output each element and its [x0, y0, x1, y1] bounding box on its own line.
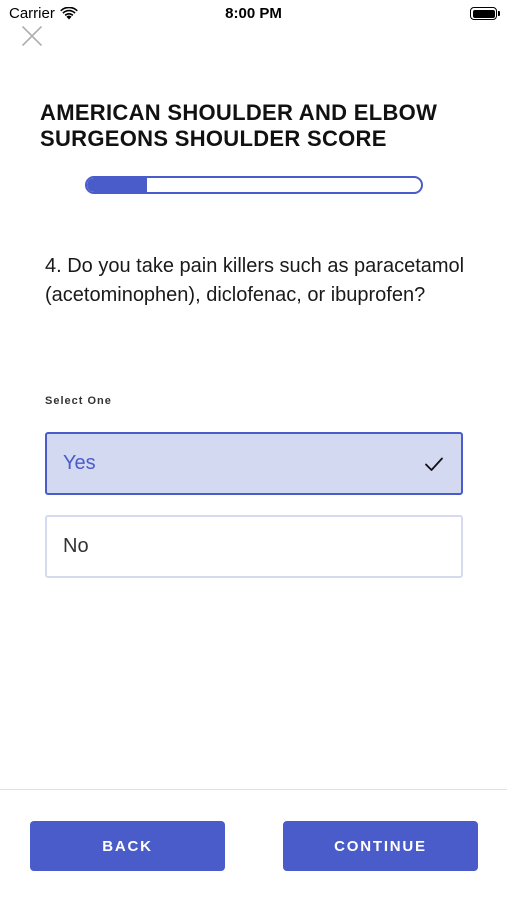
progress-bar-fill	[87, 178, 148, 192]
battery-fill	[472, 9, 495, 18]
option-yes[interactable]: Yes	[45, 432, 463, 495]
option-no[interactable]: No	[45, 515, 463, 578]
status-time: 8:00 PM	[225, 5, 282, 22]
close-button[interactable]	[20, 24, 44, 48]
checkmark-icon	[425, 457, 443, 471]
option-no-label: No	[63, 535, 89, 557]
close-icon	[22, 26, 42, 46]
battery-icon	[470, 7, 500, 20]
page-title: AMERICAN SHOULDER AND ELBOW SURGEONS SHO…	[40, 100, 438, 151]
back-button[interactable]: BACK	[30, 821, 225, 871]
select-one-label: Select One	[45, 395, 112, 407]
continue-button[interactable]: CONTINUE	[283, 821, 478, 871]
status-bar: Carrier 8:00 PM	[0, 0, 507, 28]
progress-bar	[85, 176, 423, 194]
option-yes-label: Yes	[63, 452, 96, 474]
footer-divider	[0, 789, 507, 790]
question-text: 4. Do you take pain killers such as para…	[45, 255, 465, 306]
